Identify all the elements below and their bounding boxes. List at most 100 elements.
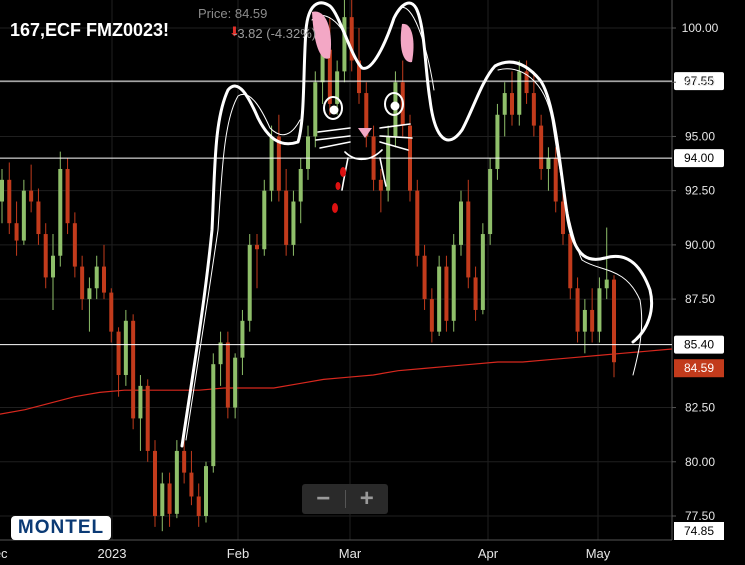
candle-body	[0, 179, 5, 202]
candle-body	[488, 168, 493, 235]
y-tick-label: 100.00	[682, 21, 719, 35]
candle-body	[517, 71, 522, 115]
candle-body	[101, 266, 107, 293]
candle-body	[495, 114, 500, 169]
reference-label: 85.40	[684, 338, 714, 352]
y-tick-label: 82.50	[685, 401, 715, 415]
zoom-out-button[interactable]: −	[302, 484, 345, 514]
candle-body	[553, 158, 558, 202]
candle-body	[254, 244, 260, 250]
candle-body	[138, 385, 143, 419]
blood-drop-3	[332, 203, 338, 213]
candle-body	[36, 201, 41, 235]
price-chart: 97.5594.0085.4084.5974.85 100.0097.5095.…	[0, 0, 724, 561]
candle-body	[509, 93, 515, 115]
y-tick-label: 80.00	[685, 455, 715, 469]
ma-line	[0, 348, 673, 415]
candle-body	[291, 201, 296, 245]
y-axis: 100.00 97.50 95.00 92.50 90.00 87.50 82.50 80.0…	[672, 21, 719, 523]
cat-whisker-left	[315, 127, 351, 149]
y-tick-label: 95.00	[685, 129, 715, 143]
candle-body	[7, 179, 12, 224]
candle-body	[597, 288, 602, 332]
candles	[0, 0, 617, 532]
candle-body	[546, 158, 551, 169]
candle-body	[305, 136, 311, 169]
y-tick-label: 97.50	[685, 75, 715, 89]
candle-body	[531, 93, 536, 126]
candle-body	[611, 279, 617, 363]
candle-body	[451, 244, 456, 321]
blood-drop-1	[340, 167, 346, 177]
candle-body	[480, 234, 485, 310]
candle-body	[582, 309, 587, 332]
candle-body	[167, 483, 172, 514]
candle-body	[444, 266, 449, 321]
x-tick-label: Dec	[0, 546, 8, 561]
candle-body	[109, 292, 114, 332]
candle-body	[422, 255, 427, 300]
moving-average	[0, 348, 673, 415]
x-tick-label: Apr	[478, 546, 499, 561]
x-tick-label: Feb	[227, 546, 249, 561]
candle-body	[225, 342, 230, 408]
chart-title: 167,ECF FMZ0023!	[10, 20, 170, 40]
candle-body	[539, 125, 544, 169]
candle-body	[575, 288, 580, 332]
blood-drop-2	[335, 182, 341, 190]
cat-thin-outline	[185, 6, 643, 441]
cat-pupil-left	[329, 105, 339, 115]
x-tick-label: May	[586, 546, 611, 561]
candle-body	[560, 201, 566, 235]
y-tick-label: 77.50	[685, 509, 715, 523]
candle-body	[152, 450, 158, 516]
candle-body	[590, 309, 595, 332]
candle-body	[240, 320, 245, 358]
candle-body	[116, 331, 121, 376]
candle-body	[429, 299, 434, 332]
candle-body	[211, 364, 216, 467]
candle-body	[458, 201, 464, 245]
candle-body	[276, 136, 281, 191]
y-tick-label: 92.50	[685, 184, 715, 198]
candle-body	[415, 190, 420, 256]
candle-body	[174, 450, 179, 514]
candle-body	[203, 466, 209, 516]
candle-body	[189, 472, 194, 497]
y-tick-label: 87.50	[685, 292, 715, 306]
x-tick-label: Mar	[339, 546, 362, 561]
candle-body	[29, 190, 34, 202]
candle-body	[437, 266, 442, 332]
candle-body	[65, 168, 70, 224]
cat-ear-right-inner	[400, 23, 414, 63]
zoom-in-button[interactable]: +	[346, 484, 389, 514]
candle-body	[313, 82, 318, 137]
candle-body	[466, 201, 471, 278]
candle-body	[80, 266, 85, 300]
candle-body	[43, 234, 48, 278]
candle-body	[269, 136, 274, 191]
price-label: Price: 84.59	[198, 6, 268, 21]
last-price-label: 84.59	[684, 361, 714, 375]
candle-body	[87, 288, 92, 300]
candle-body	[182, 450, 187, 473]
candle-body	[342, 17, 347, 72]
candle-body	[604, 279, 609, 289]
candle-body	[218, 342, 223, 365]
candle-body	[123, 320, 128, 376]
candle-body	[247, 244, 252, 321]
cat-pupil-right	[390, 101, 400, 111]
candle-body	[473, 277, 478, 310]
x-axis: Dec 2023 Feb Mar Apr May	[0, 546, 611, 561]
x-tick-label: 2023	[98, 546, 127, 561]
candle-body	[298, 168, 303, 202]
candle-body	[568, 234, 573, 289]
candle-body	[378, 179, 383, 191]
y-tick-label: 90.00	[685, 238, 715, 252]
candle-body	[72, 223, 77, 267]
candle-body	[262, 190, 267, 250]
candle-body	[233, 357, 238, 408]
zoom-controls: − +	[302, 484, 388, 514]
candle-body	[94, 266, 99, 289]
candle-body	[14, 223, 19, 241]
